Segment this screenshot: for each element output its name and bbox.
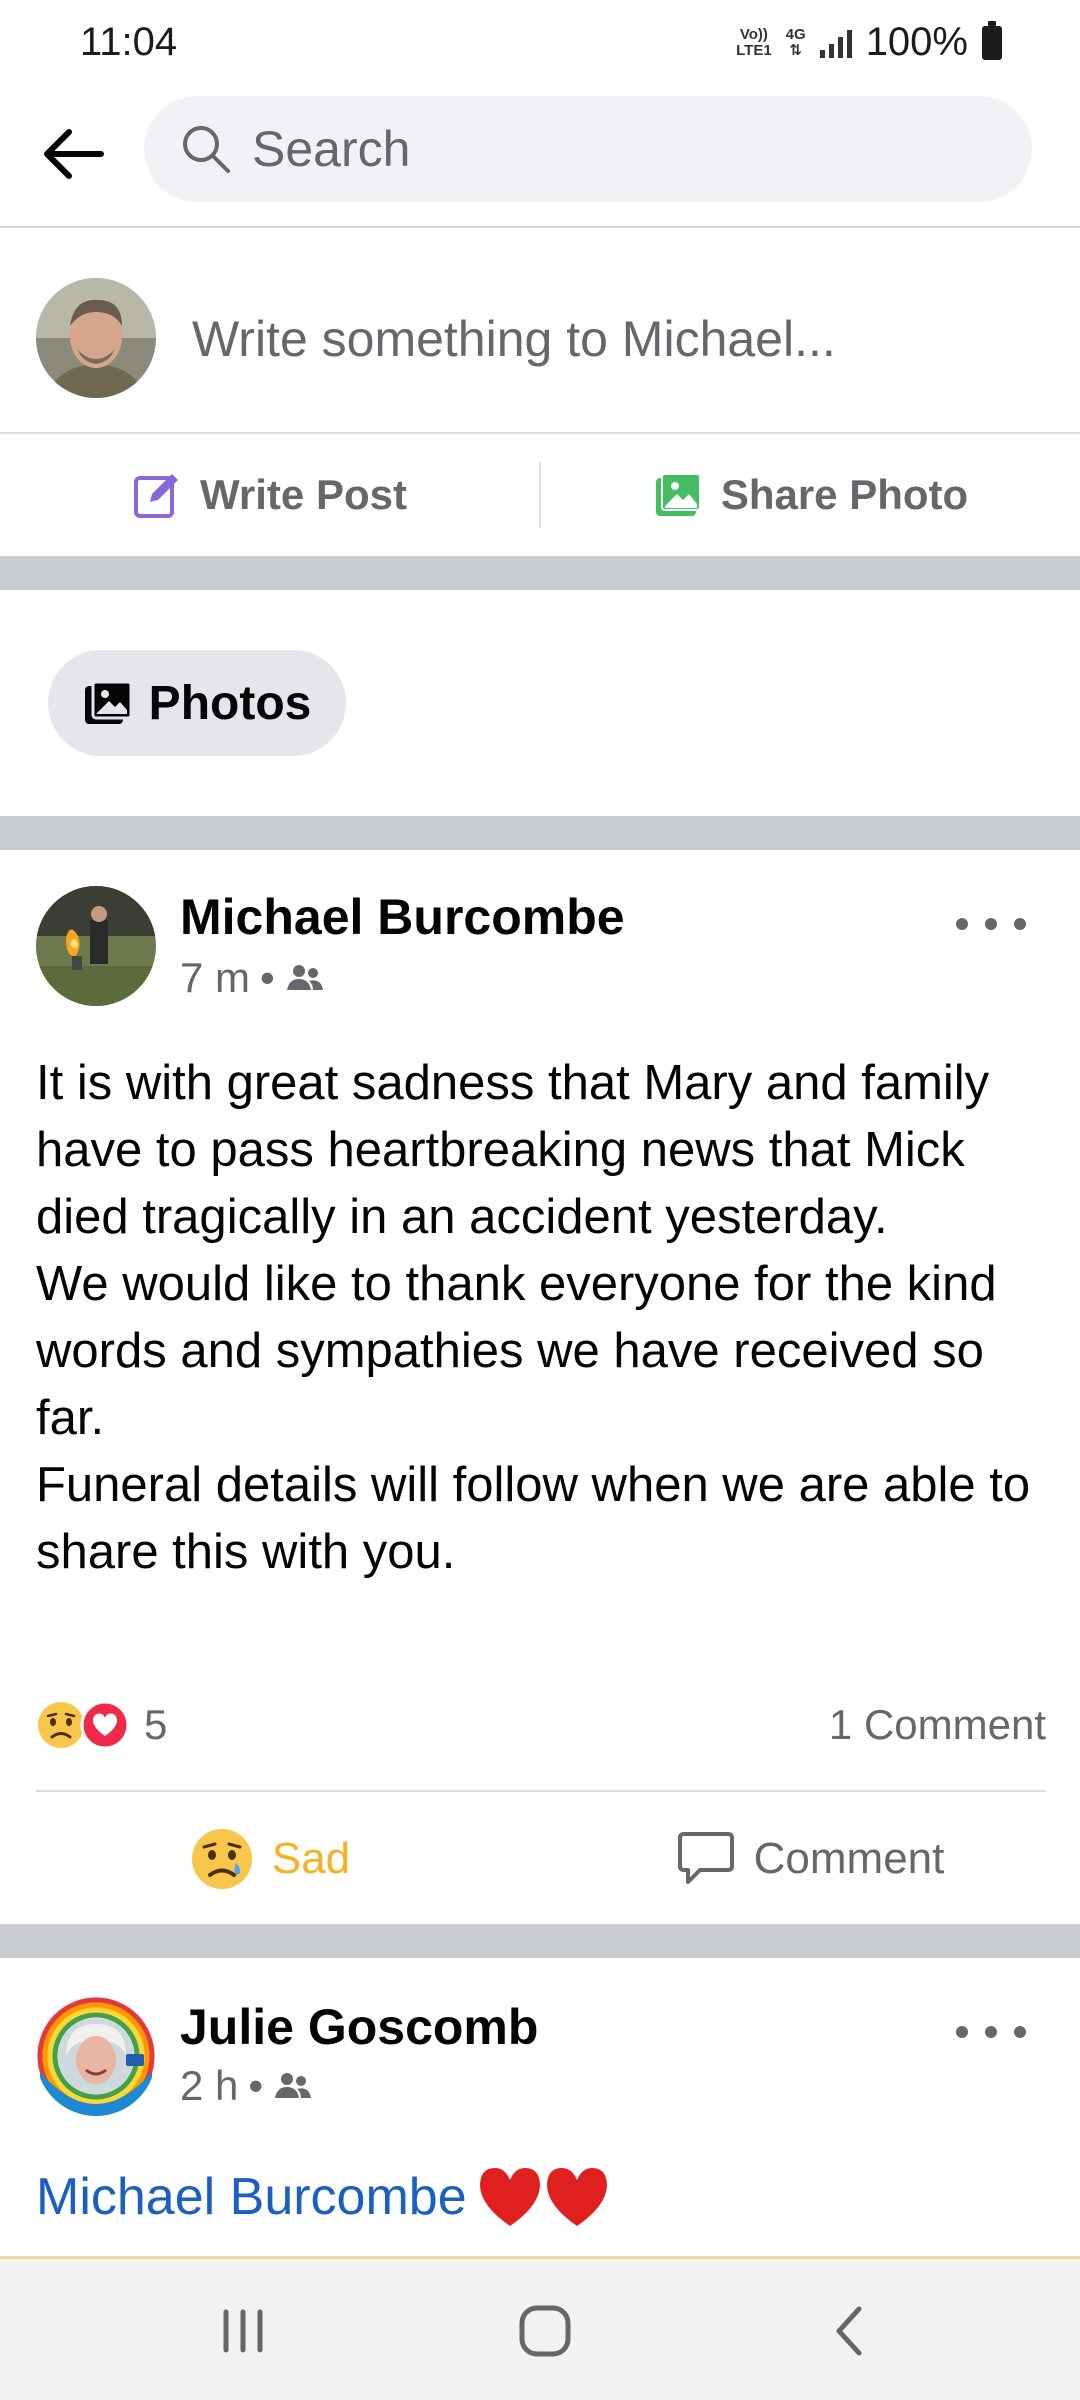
post-composer[interactable]: Write something to Michael... — [0, 230, 1080, 434]
more-options-button[interactable] — [956, 2012, 1026, 2052]
section-divider — [0, 816, 1080, 850]
battery-percent: 100% — [865, 20, 968, 64]
back-arrow-icon — [44, 129, 104, 179]
post-paragraph: It is with great sadness that Mary and f… — [36, 1056, 990, 1244]
back-chevron-icon — [836, 2306, 862, 2356]
write-post-label: Write Post — [200, 471, 407, 518]
avatar — [36, 278, 156, 398]
signal-icon — [819, 28, 852, 58]
dot — [1014, 2026, 1026, 2038]
recent-apps-icon — [223, 2309, 263, 2353]
post-paragraph: Funeral details will follow when we are … — [36, 1458, 1031, 1579]
photos-icon — [84, 680, 133, 724]
divider — [36, 1790, 1046, 1792]
battery-icon — [982, 20, 1002, 60]
dot — [1014, 918, 1026, 930]
system-nav-bar — [0, 2256, 1080, 2400]
status-bar: 11:04 Vo)) LTE1 4G ⇅ 100% — [0, 0, 1080, 90]
edit-icon — [134, 474, 179, 518]
post-time[interactable]: 7 m — [180, 954, 250, 1002]
comment-label: Comment — [753, 1834, 945, 1883]
meta-separator: • — [260, 954, 275, 1001]
search-input[interactable]: Search — [144, 96, 1032, 202]
composer-actions: Write Post Share Photo — [0, 434, 1080, 556]
post-meta: 7 m • — [180, 954, 325, 1002]
post-time[interactable]: 2 h — [180, 2062, 238, 2110]
love-reaction-icon — [80, 1700, 130, 1750]
post-actions: Sad Comment — [0, 1794, 1080, 1924]
sad-label: Sad — [271, 1834, 351, 1883]
share-photo-button[interactable]: Share Photo — [541, 434, 1080, 556]
profile-photo-icon — [36, 886, 156, 1006]
sad-reaction-button[interactable]: Sad — [0, 1794, 540, 1924]
avatar[interactable] — [36, 886, 156, 1006]
post: Julie Goscomb 2 h • Michael Burcombe — [0, 1958, 1080, 2256]
lte-label: LTE1 — [736, 41, 772, 59]
post-author[interactable]: Michael Burcombe — [180, 888, 625, 946]
home-button[interactable] — [500, 2295, 590, 2367]
comment-icon — [677, 1832, 734, 1884]
share-photo-label: Share Photo — [720, 471, 969, 518]
post-body: It is with great sadness that Mary and f… — [36, 1050, 1046, 1586]
dot — [985, 2026, 997, 2038]
photos-label: Photos — [148, 676, 312, 730]
profile-photo-icon — [36, 278, 156, 398]
meta-separator: • — [248, 2062, 264, 2109]
comment-button[interactable]: Comment — [540, 1794, 1080, 1924]
post-meta: 2 h • — [180, 2062, 313, 2110]
volte-indicator: Vo)) LTE1 — [736, 25, 772, 59]
search-icon — [183, 126, 230, 173]
write-post-button[interactable]: Write Post — [0, 434, 539, 556]
recent-apps-button[interactable] — [198, 2295, 288, 2367]
section-divider — [0, 1924, 1080, 1958]
avatar[interactable] — [36, 1996, 156, 2116]
composer-placeholder: Write something to Michael... — [192, 311, 836, 367]
photos-button[interactable]: Photos — [48, 650, 346, 756]
post: Michael Burcombe 7 m • It is with great … — [0, 850, 1080, 1924]
more-options-button[interactable] — [956, 904, 1026, 944]
volte-label: Vo)) — [739, 25, 768, 43]
friends-icon — [286, 965, 323, 990]
data-arrows-icon: ⇅ — [789, 41, 802, 59]
photo-icon — [655, 473, 701, 516]
post-author[interactable]: Julie Goscomb — [180, 1998, 538, 2056]
back-button[interactable] — [30, 112, 114, 196]
mention-link[interactable]: Michael Burcombe — [36, 2167, 467, 2227]
friends-icon — [275, 2073, 312, 2098]
reaction-icons — [36, 1700, 130, 1750]
profile-photo-icon — [36, 1996, 156, 2116]
post-paragraph: We would like to thank everyone for the … — [36, 1257, 997, 1445]
network-type-indicator: 4G ⇅ — [785, 25, 806, 59]
dot — [956, 918, 968, 930]
red-heart-icon — [479, 2168, 607, 2226]
reaction-count: 5 — [144, 1701, 168, 1748]
dot — [985, 918, 997, 930]
post-body: Michael Burcombe — [36, 2164, 611, 2230]
dot — [956, 2026, 968, 2038]
sad-face-icon — [191, 1829, 252, 1889]
comment-count[interactable]: 1 Comment — [829, 1701, 1046, 1749]
section-divider — [0, 556, 1080, 590]
home-icon — [519, 2305, 571, 2357]
status-indicators: Vo)) LTE1 4G ⇅ 100% — [736, 20, 1002, 65]
network-type-label: 4G — [785, 25, 806, 43]
search-placeholder: Search — [252, 121, 411, 177]
reactions-summary[interactable]: 5 1 Comment — [36, 1695, 1046, 1755]
back-nav-button[interactable] — [804, 2295, 894, 2367]
sad-reaction-icon — [38, 1702, 84, 1748]
status-time: 11:04 — [80, 20, 178, 64]
top-bar: Search — [0, 90, 1080, 228]
